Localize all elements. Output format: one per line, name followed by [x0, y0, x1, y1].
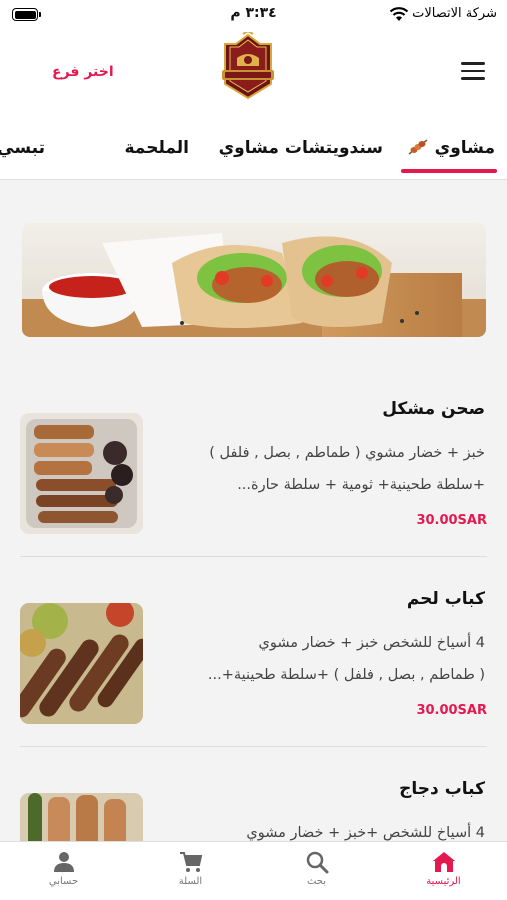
tab-label: تبسي [0, 138, 45, 158]
nav-search[interactable]: بحث [253, 842, 380, 900]
product-description: 4 أسياخ للشخص خبز + خضار مشوي ( طماطم , … [207, 635, 485, 683]
nav-cart[interactable]: السلة [127, 842, 254, 900]
grill-skewer-icon [408, 139, 428, 155]
home-icon [432, 852, 455, 872]
wifi-icon [389, 7, 409, 21]
mixed-grill-plate [20, 413, 143, 534]
product-card[interactable]: صحن مشكل خبز + خضار مشوي ( طماطم , بصل ,… [0, 367, 507, 557]
tab-label: الملحمة [124, 138, 189, 158]
chicken-kebab [20, 793, 143, 841]
tab-grills[interactable]: مشاوي [400, 138, 498, 173]
product-price: 30.00SAR [416, 703, 487, 718]
carrier-name: شركة الاتصالات [412, 6, 497, 21]
nav-label: بحث [306, 876, 327, 887]
product-price: 30.00SAR [416, 513, 487, 528]
product-card[interactable]: كباب لحم 4 أسياخ للشخص خبز + خضار مشوي (… [0, 557, 507, 747]
tab-grill-sandwiches[interactable]: سندويتشات مشاوي [219, 138, 383, 158]
product-list: صحن مشكل خبز + خضار مشوي ( طماطم , بصل ,… [0, 181, 507, 841]
tab-label: سندويتشات مشاوي [218, 138, 383, 158]
meat-kebab [20, 603, 143, 724]
bottom-navigation: الرئيسية بحث السلة حسابي [0, 841, 507, 900]
status-bar: شركة الاتصالات ٣:٣٤ م [0, 0, 507, 30]
account-icon [53, 852, 74, 872]
cart-icon [179, 852, 202, 872]
nav-account[interactable]: حسابي [0, 842, 127, 900]
product-name: كباب دجاج [399, 779, 485, 799]
tab-tabsi[interactable]: تبسي [0, 138, 45, 158]
nav-label: الرئيسية [426, 876, 461, 887]
tab-butchery[interactable]: الملحمة [124, 138, 189, 158]
product-description: 4 أسياخ للشخص +خبز + خضار مشوي [246, 825, 485, 841]
shawarma-wrap-banner[interactable] [22, 223, 486, 337]
nav-home[interactable]: الرئيسية [380, 842, 507, 900]
search-icon [306, 851, 328, 874]
choose-branch-button[interactable]: اختر فرع [52, 64, 114, 80]
product-card[interactable]: كباب دجاج 4 أسياخ للشخص +خبز + خضار مشوي [0, 747, 507, 841]
app-header: اختر فرع [0, 30, 507, 122]
product-description: خبز + خضار مشوي ( طماطم , بصل , فلفل ) +… [209, 445, 485, 493]
restaurant-logo[interactable] [213, 32, 283, 102]
hamburger-icon[interactable] [461, 62, 485, 82]
product-name: صحن مشكل [382, 399, 485, 419]
category-tabs: مشاوي سندويتشات مشاوي الملحمة تبسي [0, 122, 507, 180]
nav-label: السلة [178, 876, 203, 887]
clock: ٣:٣٤ م [230, 5, 277, 21]
battery-icon [12, 8, 41, 21]
nav-label: حسابي [48, 876, 79, 887]
tab-label: مشاوي [434, 138, 495, 158]
product-name: كباب لحم [406, 589, 485, 609]
